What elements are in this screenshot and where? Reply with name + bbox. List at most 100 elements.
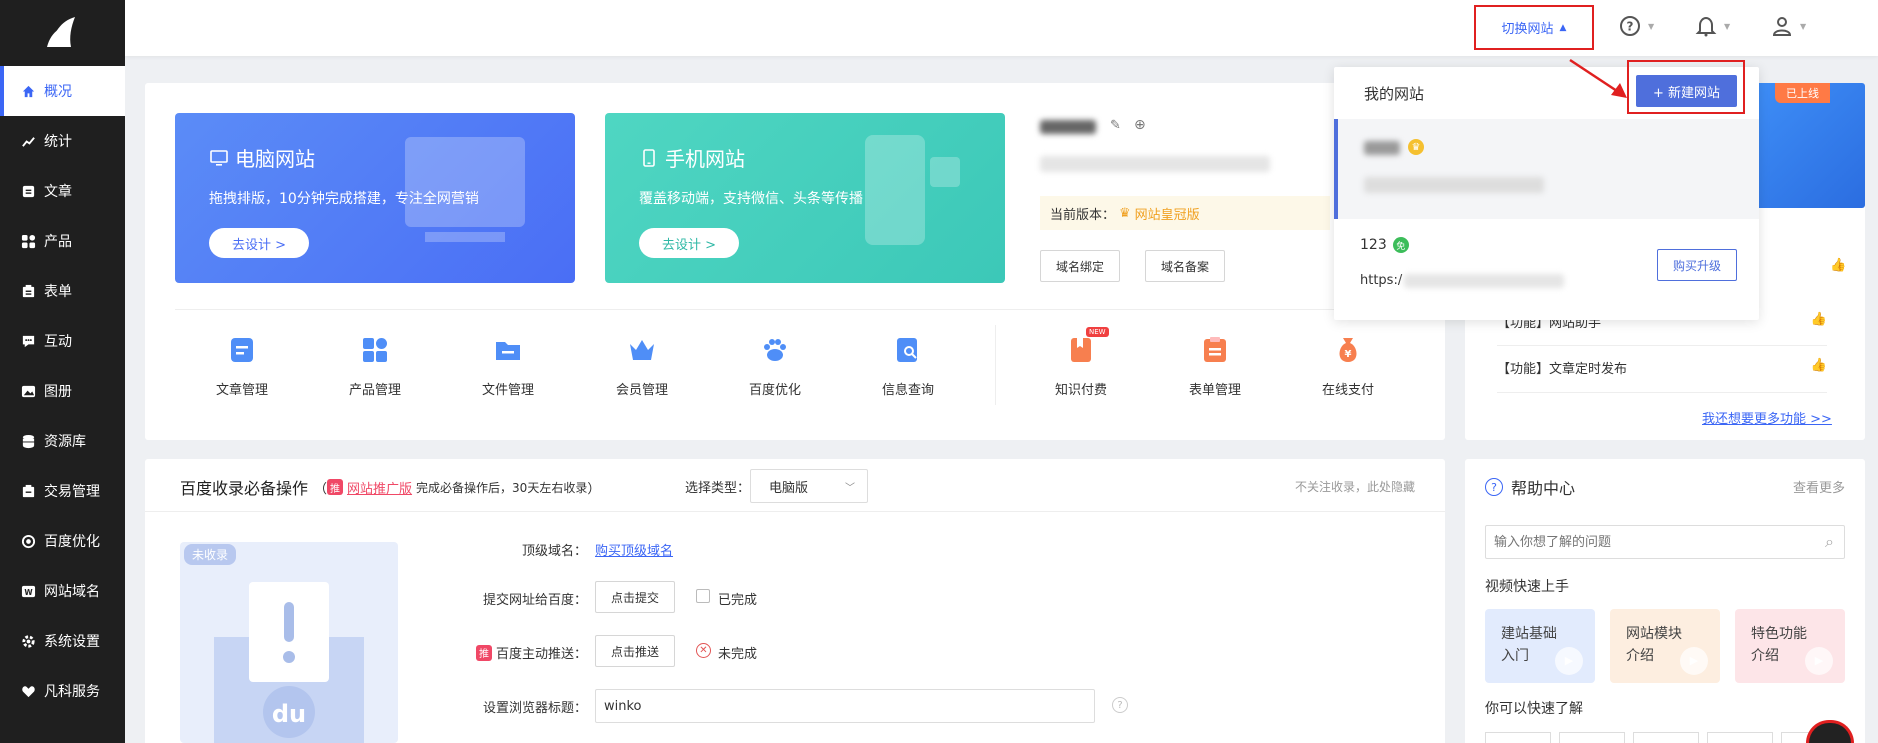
- new-badge: NEW: [1086, 327, 1109, 337]
- search-icon[interactable]: ⌕: [1825, 532, 1834, 552]
- help-menu[interactable]: ? ▼: [1618, 14, 1654, 38]
- hide-link[interactable]: 不关注收录，此处隐藏: [1295, 478, 1415, 495]
- promo-badge-icon: 推: [475, 644, 492, 661]
- monitor-icon: [210, 149, 228, 166]
- article-icon: [20, 183, 36, 199]
- tool-form-manage[interactable]: 表单管理: [1160, 333, 1270, 398]
- site-url: https:/: [1360, 273, 1565, 288]
- logo[interactable]: [0, 0, 125, 66]
- help-more-link[interactable]: 查看更多: [1793, 477, 1845, 496]
- promo-link[interactable]: 网站推广版: [347, 478, 412, 497]
- divider: [1497, 345, 1827, 346]
- phone-icon: [643, 148, 655, 167]
- sidebar-item-label: 交易管理: [44, 484, 100, 500]
- submit-label: 提交网址给百度：: [482, 593, 587, 608]
- sidebar-item-resources[interactable]: 资源库: [0, 416, 125, 466]
- help-search-input[interactable]: [1494, 532, 1794, 552]
- sail-logo-icon: [46, 17, 75, 47]
- sidebar-item-trade[interactable]: 交易管理: [0, 466, 125, 516]
- book-icon: [1071, 338, 1091, 362]
- search-doc-icon: [897, 338, 917, 362]
- question-icon[interactable]: ?: [1112, 697, 1128, 713]
- album-icon: [20, 383, 36, 399]
- chevron-down-icon: ▼: [1724, 21, 1731, 31]
- version-value: 网站皇冠版: [1134, 207, 1200, 223]
- site-url-blurred: [1364, 177, 1544, 193]
- site-url-blurred: [1040, 156, 1270, 172]
- bell-icon: [1695, 16, 1717, 37]
- type-label: 选择类型：: [685, 481, 751, 496]
- learn-chip[interactable]: [1559, 732, 1625, 743]
- type-select[interactable]: 电脑版 ﹀: [750, 469, 868, 503]
- svg-text:du: du: [272, 700, 306, 728]
- tool-baidu-seo[interactable]: 百度优化: [720, 333, 830, 398]
- domain-bind-button[interactable]: 域名绑定: [1040, 250, 1120, 282]
- sidebar-item-article[interactable]: 文章: [0, 166, 125, 216]
- new-site-button[interactable]: + 新建网站: [1636, 75, 1737, 107]
- play-icon: ▶: [1680, 647, 1708, 675]
- learn-chip[interactable]: [1485, 732, 1551, 743]
- switch-site-button[interactable]: 切换网站 ▲: [1474, 5, 1594, 50]
- gear-icon: [20, 633, 36, 649]
- sidebar-item-interact[interactable]: 互动: [0, 316, 125, 366]
- site-item-123[interactable]: 123 免: [1360, 237, 1409, 253]
- domain-record-button[interactable]: 域名备案: [1145, 250, 1225, 282]
- sidebar-item-label: 资源库: [44, 434, 86, 450]
- sidebar-item-product[interactable]: 产品: [0, 216, 125, 266]
- upgrade-button[interactable]: 购买升级: [1657, 249, 1737, 281]
- function-item[interactable]: 【功能】文章定时发布 👍: [1497, 358, 1827, 377]
- completed-checkbox[interactable]: [696, 589, 710, 603]
- thumbs-up-icon[interactable]: 👍: [1830, 258, 1846, 273]
- crown-badge-icon: ♛: [1408, 139, 1424, 155]
- mobile-design-button[interactable]: 去设计 >: [639, 228, 739, 258]
- video-card-modules[interactable]: 网站模块 介绍 ▶: [1610, 609, 1720, 683]
- site-item-current[interactable]: ♛: [1334, 119, 1759, 219]
- tool-member[interactable]: 会员管理: [587, 333, 697, 398]
- edit-icon[interactable]: ✎: [1110, 118, 1121, 133]
- user-menu[interactable]: ▼: [1770, 14, 1806, 38]
- tool-article[interactable]: 文章管理: [187, 333, 297, 398]
- sidebar-item-seo[interactable]: 百度优化: [0, 516, 125, 566]
- pc-design-button[interactable]: 去设计 >: [209, 228, 309, 258]
- push-button[interactable]: 点击推送: [595, 635, 675, 667]
- sidebar-item-settings[interactable]: 系统设置: [0, 616, 125, 666]
- sidebar-item-stats[interactable]: 统计: [0, 116, 125, 166]
- buy-domain-link[interactable]: 购买顶级域名: [595, 540, 673, 559]
- crown-member-icon: [630, 340, 654, 360]
- chevron-down-icon: ▼: [1648, 21, 1655, 31]
- sidebar-item-service[interactable]: 凡科服务: [0, 666, 125, 716]
- caret-up-icon: ▲: [1559, 22, 1567, 33]
- money-bag-icon: ¥: [1339, 338, 1357, 362]
- thumbs-up-icon[interactable]: 👍: [1811, 312, 1827, 327]
- tool-info-query[interactable]: 信息查询: [853, 333, 963, 398]
- more-functions-link[interactable]: 我还想要更多功能 >>: [1702, 408, 1832, 427]
- learn-chip[interactable]: [1707, 732, 1773, 743]
- video-card-features[interactable]: 特色功能 介绍 ▶: [1735, 609, 1845, 683]
- sidebar-item-overview[interactable]: 概况: [0, 66, 125, 116]
- video-card-basics[interactable]: 建站基础 入门 ▶: [1485, 609, 1595, 683]
- sidebar-item-album[interactable]: 图册: [0, 366, 125, 416]
- baidu-title: 百度收录必备操作: [180, 479, 309, 498]
- add-icon[interactable]: ⊕: [1134, 117, 1146, 133]
- sidebar-item-label: 互动: [44, 334, 72, 350]
- mobile-site-banner[interactable]: 手机网站 覆盖移动端，支持微信、头条等传播 去设计 >: [605, 113, 1005, 283]
- tool-product[interactable]: 产品管理: [320, 333, 430, 398]
- tool-online-pay[interactable]: ¥ 在线支付: [1293, 333, 1403, 398]
- tool-knowledge-pay[interactable]: NEW 知识付费: [1026, 327, 1136, 398]
- browser-title-input[interactable]: winko: [595, 689, 1095, 723]
- pc-site-banner[interactable]: 电脑网站 拖拽排版，10分钟完成搭建，专注全网营销 去设计 >: [175, 113, 575, 283]
- learn-chip[interactable]: [1633, 732, 1699, 743]
- pc-illustration-icon: [405, 137, 525, 242]
- form-icon: [20, 283, 36, 299]
- sidebar-item-label: 网站域名: [44, 584, 100, 600]
- help-search-box: ⌕: [1485, 525, 1845, 559]
- sidebar-item-label: 概况: [44, 84, 72, 100]
- topbar: [125, 0, 1878, 56]
- notification-menu[interactable]: ▼: [1694, 14, 1730, 38]
- sidebar-item-domain[interactable]: W 网站域名: [0, 566, 125, 616]
- sidebar-item-form[interactable]: 表单: [0, 266, 125, 316]
- tool-file[interactable]: 文件管理: [453, 333, 563, 398]
- thumbs-up-icon[interactable]: 👍: [1811, 358, 1827, 373]
- clipboard-icon: [1204, 337, 1226, 362]
- submit-button[interactable]: 点击提交: [595, 581, 675, 613]
